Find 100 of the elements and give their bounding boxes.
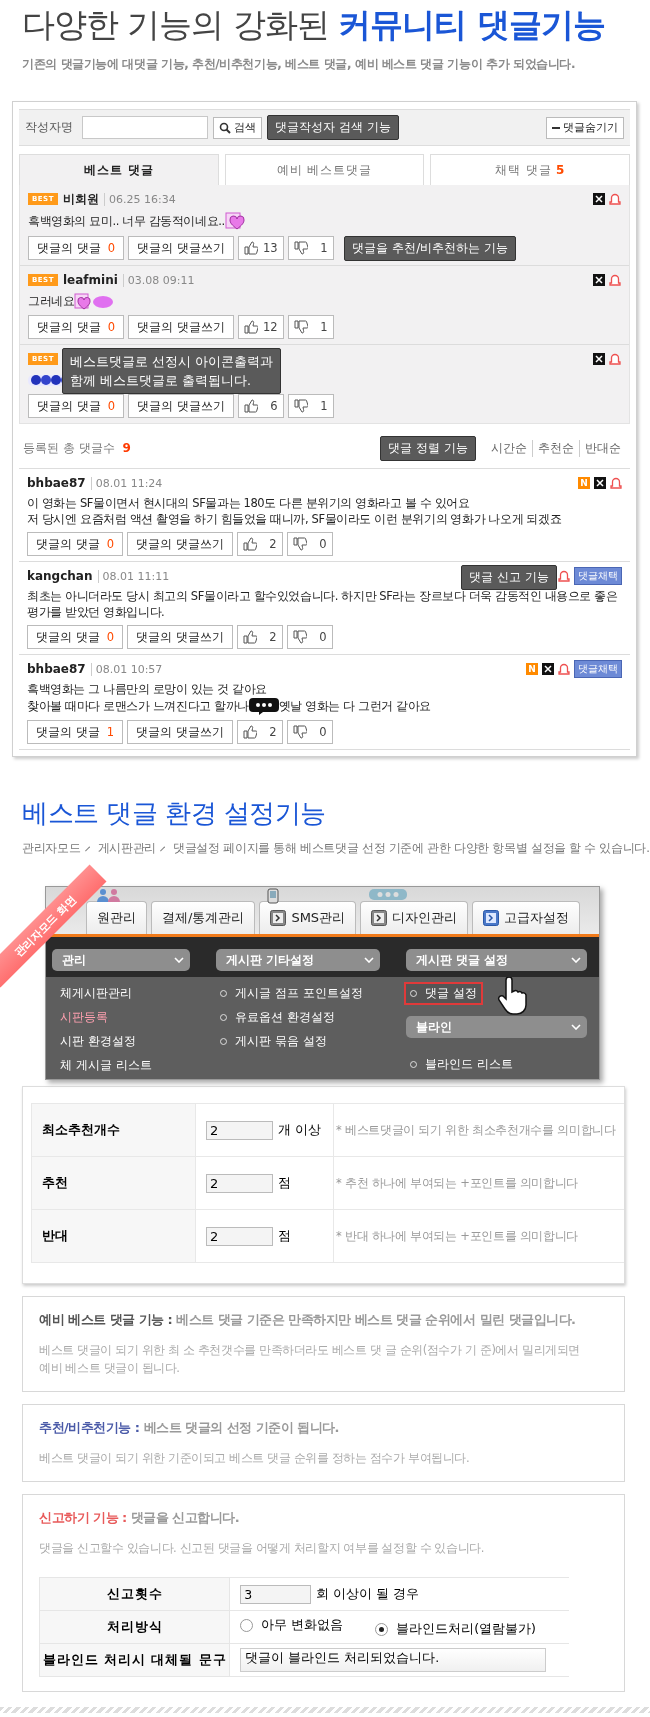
comment-text: 그러네요 xyxy=(28,293,75,308)
admin-tab[interactable]: SMS관리 xyxy=(259,901,357,934)
reply-count-button[interactable]: 댓글의 댓글 0 xyxy=(28,394,124,418)
search-label: 작성자명 xyxy=(25,119,73,136)
hide-comments-button[interactable]: 댓글숨기기 xyxy=(546,116,624,139)
admin-tab[interactable]: 원관리 xyxy=(86,901,147,934)
thumbs-up-icon xyxy=(242,725,257,739)
tooltip: 댓글 신고 기능 xyxy=(461,565,557,590)
menu-item[interactable]: 유료옵션 환경설정 xyxy=(216,1008,339,1027)
delete-icon[interactable] xyxy=(593,274,605,286)
like-button[interactable]: 2 xyxy=(236,625,283,649)
thumbs-down-icon xyxy=(293,399,308,413)
author-search-field[interactable] xyxy=(82,116,208,139)
total-comments: 등록된 총 댓글수 9 xyxy=(23,440,131,457)
dislike-button[interactable]: 0 xyxy=(286,532,333,556)
unit-label: 점 xyxy=(278,1174,291,1190)
new-badge: N xyxy=(578,477,590,489)
delete-icon[interactable] xyxy=(593,353,605,365)
number-field[interactable]: 2 xyxy=(206,1120,273,1140)
radio-button[interactable] xyxy=(375,1622,389,1636)
reply-count-button[interactable]: 댓글의 댓글 0 xyxy=(27,625,123,649)
text-field[interactable]: 댓글이 블라인드 처리되었습니다. xyxy=(240,1648,547,1672)
number-field[interactable]: 2 xyxy=(206,1173,273,1193)
menu-item[interactable]: 시판 환경설정 xyxy=(52,1032,140,1051)
comment-text: 최초는 아니더라도 당시 최고의 SF물이라고 할수있었습니다. 하지만 SF라는 장르보다 더욱 감동적인 내용으로 좋은 평가를 받았던 영화입니다. xyxy=(27,589,618,619)
menu-item[interactable]: 게시판 묶음 설정 xyxy=(216,1032,331,1051)
chevron-down-icon xyxy=(364,957,374,963)
arrow-box-icon xyxy=(270,910,287,926)
menu-item[interactable]: 댓글 설정 xyxy=(406,984,481,1003)
number-field[interactable]: 2 xyxy=(206,1226,273,1246)
radio-button[interactable] xyxy=(240,1618,254,1632)
comment-text: 흑백영화는 그 나름만의 로망이 있는 것 같아요 xyxy=(27,682,267,696)
setting-note: * 베스트댓글이 되기 위한 최소추천개수를 의미합니다 xyxy=(333,1103,624,1157)
bell-icon[interactable] xyxy=(558,662,570,676)
delete-icon[interactable] xyxy=(594,477,606,489)
reply-count-button[interactable]: 댓글의 댓글 0 xyxy=(27,532,123,556)
like-button[interactable]: 13 xyxy=(237,236,284,260)
comment-tab[interactable]: 예비 베스트댓글 xyxy=(224,154,425,185)
reply-count-button[interactable]: 댓글의 댓글 1 xyxy=(27,720,123,744)
like-button[interactable]: 2 xyxy=(236,532,283,556)
new-badge: N xyxy=(526,663,538,675)
dislike-button[interactable]: 0 xyxy=(286,625,333,649)
write-reply-button[interactable]: 댓글의 댓글쓰기 xyxy=(127,625,233,649)
bell-icon[interactable] xyxy=(609,273,621,287)
unit-label: 회 이상이 될 경우 xyxy=(316,1585,420,1601)
reply-count-button[interactable]: 댓글의 댓글 0 xyxy=(28,236,124,260)
search-button[interactable]: 검색 xyxy=(213,116,262,139)
unit-label: 점 xyxy=(278,1227,291,1243)
comment-text: 흑백영화의 묘미.. 너무 감동적이네요.. xyxy=(28,213,225,228)
write-reply-button[interactable]: 댓글의 댓글쓰기 xyxy=(128,236,234,260)
bell-icon[interactable] xyxy=(609,192,621,206)
dislike-button[interactable]: 1 xyxy=(287,315,334,339)
dislike-button[interactable]: 1 xyxy=(287,236,334,260)
chevron-down-icon xyxy=(174,957,184,963)
tooltip: 베스트댓글로 선정시 아이콘출력과 함께 베스트댓글로 출력됩니다. xyxy=(62,348,281,394)
tooltip: 댓글 정렬 기능 xyxy=(380,436,476,461)
info-text: 베스트 댓글이 되기 위한 최 소 추천갯수를 만족하더라도 베스트 댓 글 순위(점수가 기 준)에서 밀리게되면 예비 베스트 댓글이 됩니다. xyxy=(39,1342,581,1377)
like-button[interactable]: 2 xyxy=(236,720,283,744)
dislike-button[interactable]: 1 xyxy=(287,394,334,418)
admin-tab[interactable]: 결제/통계관리 xyxy=(151,901,256,934)
comment-date: 08.01 11:11 xyxy=(97,569,170,583)
speech-bubble-icon xyxy=(248,697,279,715)
sort-link[interactable]: 추천순 xyxy=(532,440,579,457)
reply-count-button[interactable]: 댓글의 댓글 0 xyxy=(28,315,124,339)
comment-tab[interactable]: 채택 댓글 5 xyxy=(430,154,630,185)
thumbs-up-icon xyxy=(242,537,257,551)
setting-label: 추천 xyxy=(31,1156,196,1210)
admin-tab[interactable]: 고급자설정 xyxy=(472,901,581,934)
delete-icon[interactable] xyxy=(542,663,554,675)
radio-label: 블라인드처리(열람불가) xyxy=(396,1620,536,1638)
radio-label: 아무 변화없음 xyxy=(261,1616,344,1634)
thumbs-down-icon xyxy=(292,725,307,739)
menu-item[interactable]: 체 게시글 리스트 xyxy=(52,1056,156,1075)
heart-sticker-icon xyxy=(74,292,115,310)
bell-icon[interactable] xyxy=(610,476,622,490)
sort-link[interactable]: 반대순 xyxy=(579,440,626,457)
sort-link[interactable]: 시간순 xyxy=(486,440,532,457)
write-reply-button[interactable]: 댓글의 댓글쓰기 xyxy=(127,720,233,744)
dislike-button[interactable]: 0 xyxy=(286,720,333,744)
comment-tab[interactable]: 베스트 댓글 xyxy=(19,154,219,185)
arrow-box-icon xyxy=(371,910,388,926)
section-description: 댓글설정 페이지를 통해 베스트댓글 선정 기준에 관한 다양한 항목별 설정을 할 수 있습니다. xyxy=(173,841,650,856)
bell-icon[interactable] xyxy=(558,569,570,583)
comment-date: 08.01 10:57 xyxy=(90,662,163,676)
thumbs-up-icon xyxy=(243,320,258,334)
menu-item[interactable]: 블라인드 리스트 xyxy=(406,1055,517,1074)
number-field[interactable]: 3 xyxy=(240,1584,312,1604)
bell-icon[interactable] xyxy=(609,352,621,366)
menu-item[interactable]: 게시글 점프 포인트설정 xyxy=(216,984,367,1003)
write-reply-button[interactable]: 댓글의 댓글쓰기 xyxy=(128,315,234,339)
like-button[interactable]: 6 xyxy=(237,394,284,418)
like-button[interactable]: 12 xyxy=(237,315,284,339)
write-reply-button[interactable]: 댓글의 댓글쓰기 xyxy=(127,532,233,556)
delete-icon[interactable] xyxy=(593,193,605,205)
author-name: bhbae87 xyxy=(27,476,86,490)
admin-tab[interactable]: 디자인관리 xyxy=(360,901,469,934)
form-label: 처리방식 xyxy=(39,1610,230,1644)
write-reply-button[interactable]: 댓글의 댓글쓰기 xyxy=(128,394,234,418)
setting-label: 최소추천개수 xyxy=(31,1103,196,1157)
page-title: 다양한 기능의 강화된 커뮤니티 댓글기능 xyxy=(22,4,606,46)
